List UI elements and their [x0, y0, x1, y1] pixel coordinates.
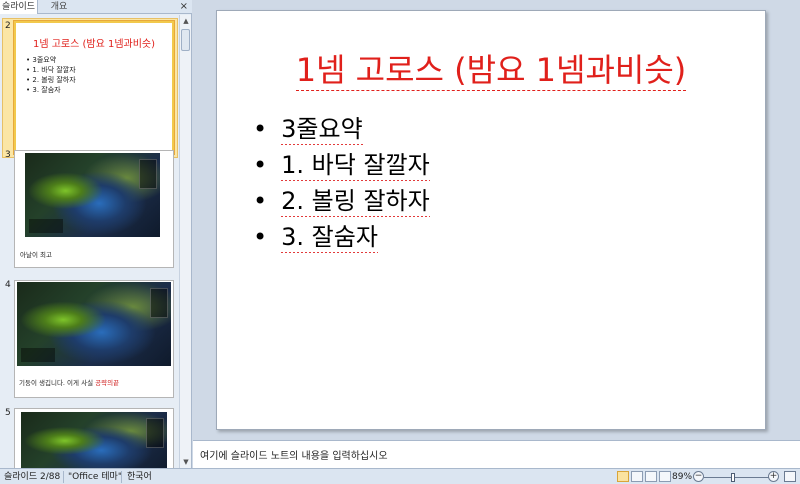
thumbnail-number: 5	[5, 408, 11, 418]
thumbnail-bullet: 3. 잘숨자	[26, 85, 76, 95]
slide-title-text: 1넴 고로스 (밤요 1넴과비슷)	[295, 51, 687, 91]
zoom-level[interactable]: 89%	[672, 470, 692, 484]
pane-tabs: 슬라이드 개요 ×	[0, 0, 192, 14]
hud-overlay	[29, 219, 63, 233]
close-icon[interactable]: ×	[180, 0, 188, 14]
thumbnail-title: 1넴 고로스 (밤요 1넴과비슷)	[32, 39, 156, 50]
notes-placeholder: 여기에 슬라이드 노트의 내용을 입력하십시오	[200, 451, 388, 462]
zoom-out-icon[interactable]: −	[693, 471, 704, 482]
thumbnail-bullet: 3줄요약	[26, 55, 76, 65]
slide-title[interactable]: 1넴 고로스 (밤요 1넴과비슷)	[217, 45, 765, 91]
thumbnail-list: 2 1넴 고로스 (밤요 1넴과비슷) 3줄요약 1. 바닥 잘깔자 2. 볼링…	[0, 15, 178, 468]
reading-view-icon[interactable]	[645, 471, 657, 482]
slideshow-view-icon[interactable]	[659, 471, 671, 482]
slide-bullet-text: 3. 잘숨자	[281, 223, 378, 253]
caption-highlight: 공략의끝	[95, 379, 120, 387]
thumbnail-bullet: 1. 바닥 잘깔자	[26, 65, 75, 75]
slide-indicator: 슬라이드 2/88	[4, 472, 61, 482]
status-bar: 슬라이드 2/88 "Office 테마" 한국어 89% − +	[0, 468, 800, 484]
slide-bullet-text: 3줄요약	[281, 115, 363, 145]
language-indicator[interactable]: 한국어	[127, 470, 152, 484]
thumbnail-slide-4[interactable]: 기둥이 생깁니다. 이게 사실 공략의끝	[14, 280, 174, 398]
zoom-in-icon[interactable]: +	[768, 471, 779, 482]
slide-bullet: 1. 바닥 잘깔자	[253, 147, 430, 183]
game-screenshot-image	[17, 282, 171, 366]
normal-view-icon[interactable]	[617, 471, 629, 482]
slide-bullet-text: 2. 볼링 잘하자	[281, 187, 430, 217]
tab-outline[interactable]: 개요	[40, 0, 78, 14]
hud-overlay	[146, 418, 164, 448]
hud-overlay	[21, 348, 55, 362]
slide-editor: 1넴 고로스 (밤요 1넴과비슷) 3줄요약 1. 바닥 잘깔자 2. 볼링 잘…	[193, 0, 800, 438]
slide-bullet: 3줄요약	[253, 111, 430, 147]
game-screenshot-image	[21, 412, 167, 468]
status-divider	[121, 471, 122, 483]
thumbnail-number: 4	[5, 280, 11, 290]
hud-overlay	[150, 288, 168, 318]
status-divider	[63, 471, 64, 483]
thumbnail-scrollbar[interactable]: ▲ ▼	[179, 15, 191, 468]
scroll-down-icon[interactable]: ▼	[180, 456, 192, 468]
caption-text: 기둥이 생깁니다. 이게 사실	[19, 379, 96, 387]
thumbnail-slide-2[interactable]: 1넴 고로스 (밤요 1넴과비슷) 3줄요약 1. 바닥 잘깔자 2. 볼링 잘…	[14, 21, 174, 154]
slides-pane: 슬라이드 개요 × 2 1넴 고로스 (밤요 1넴과비슷) 3줄요약 1. 바닥…	[0, 0, 192, 468]
slide-bullet: 3. 잘숨자	[253, 219, 430, 255]
zoom-slider-handle[interactable]	[731, 473, 735, 482]
thumbnail-slide-3[interactable]: 아날이 최고	[14, 150, 174, 268]
slide-bullet: 2. 볼링 잘하자	[253, 183, 430, 219]
notes-pane[interactable]: 여기에 슬라이드 노트의 내용을 입력하십시오	[193, 440, 800, 468]
slide-bullet-text: 1. 바닥 잘깔자	[281, 151, 430, 181]
thumbnail-number: 2	[5, 21, 11, 31]
thumbnail-caption: 기둥이 생깁니다. 이게 사실 공략의끝	[19, 377, 119, 387]
thumbnail-bullet: 2. 볼링 잘하자	[26, 75, 75, 85]
scroll-thumb[interactable]	[181, 29, 190, 51]
slide-body[interactable]: 3줄요약 1. 바닥 잘깔자 2. 볼링 잘하자 3. 잘숨자	[253, 111, 430, 255]
tab-slides[interactable]: 슬라이드	[0, 0, 38, 14]
hud-overlay	[139, 159, 157, 189]
fit-to-window-icon[interactable]	[784, 471, 796, 482]
scroll-up-icon[interactable]: ▲	[180, 15, 192, 27]
thumbnail-bullets: 3줄요약 1. 바닥 잘깔자 2. 볼링 잘하자 3. 잘숨자	[26, 55, 76, 95]
game-screenshot-image	[25, 153, 160, 237]
thumbnail-slide-5[interactable]	[14, 408, 174, 468]
thumbnail-number: 3	[5, 150, 11, 160]
slide-canvas[interactable]: 1넴 고로스 (밤요 1넴과비슷) 3줄요약 1. 바닥 잘깔자 2. 볼링 잘…	[216, 10, 766, 430]
slide-sorter-view-icon[interactable]	[631, 471, 643, 482]
zoom-slider[interactable]	[704, 477, 770, 478]
thumbnail-caption: 아날이 최고	[20, 251, 52, 259]
theme-name: "Office 테마"	[68, 472, 122, 482]
